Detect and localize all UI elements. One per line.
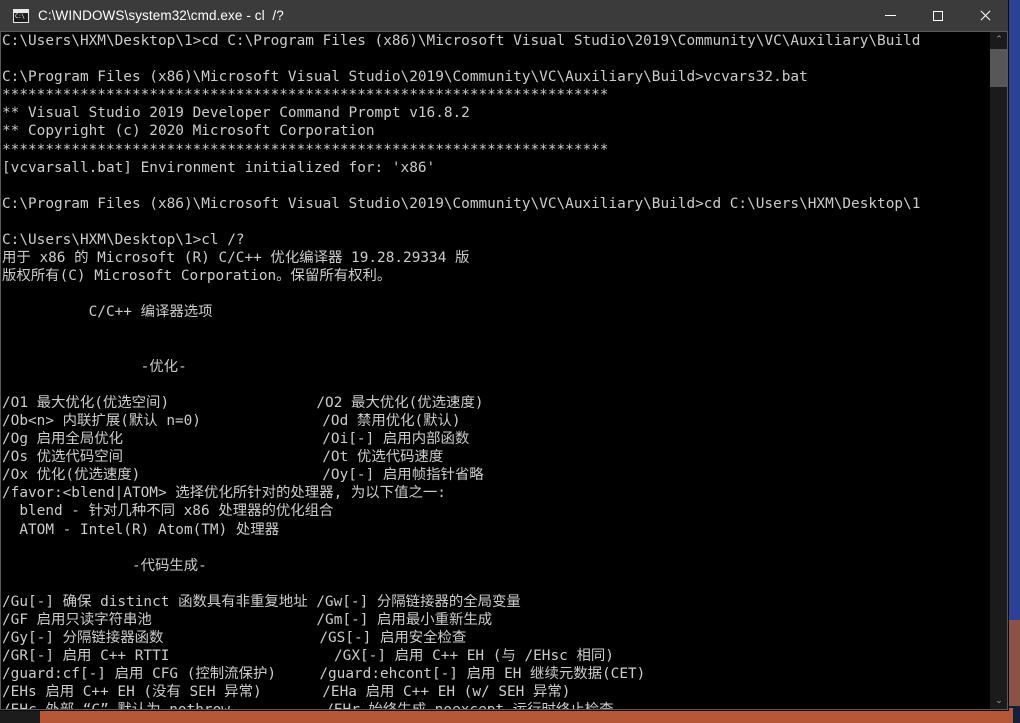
console-line: [vcvarsall.bat] Environment initialized …	[2, 159, 436, 176]
minimize-icon	[885, 15, 896, 16]
console-line: /Og 启用全局优化 /Oi[-] 启用内部函数	[2, 431, 470, 448]
window-title: C:\WINDOWS\system32\cmd.exe - cl /?	[38, 8, 284, 23]
console-line: /Gu[-] 确保 distinct 函数具有非重复地址 /Gw[-] 分隔链接…	[2, 593, 521, 610]
console-line: ****************************************…	[2, 87, 609, 104]
maximize-icon	[932, 10, 943, 21]
console-line: 用于 x86 的 Microsoft (R) C/C++ 优化编译器 19.28…	[2, 250, 470, 267]
minimize-button[interactable]	[867, 0, 914, 31]
close-button[interactable]	[961, 0, 1008, 31]
console-line: blend - 针对几种不同 x86 处理器的优化组合	[2, 503, 334, 520]
console-line: /Ob<n> 内联扩展(默认 n=0) /Od 禁用优化(默认)	[2, 412, 461, 429]
console-line: C/C++ 编译器选项	[2, 304, 213, 321]
console-line: C:\Program Files (x86)\Microsoft Visual …	[2, 69, 808, 86]
console-line: /favor:<blend|ATOM> 选择优化所针对的处理器, 为以下值之一:	[2, 485, 446, 502]
window-controls	[867, 0, 1008, 31]
console-line: C:\Users\HXM\Desktop\1>cd C:\Program Fil…	[2, 33, 921, 49]
console-line: /Gy[-] 分隔链接器函数 /GS[-] 启用安全检查	[2, 630, 467, 647]
close-icon	[979, 10, 991, 22]
console-line: /GR[-] 启用 C++ RTTI /GX[-] 启用 C++ EH (与 /…	[2, 648, 614, 665]
console-line: ** Visual Studio 2019 Developer Command …	[2, 105, 470, 122]
console-line: C:\Program Files (x86)\Microsoft Visual …	[2, 195, 921, 212]
window-titlebar[interactable]: C:\WINDOWS\system32\cmd.exe - cl /?	[0, 0, 1008, 31]
console-area[interactable]: C:\Users\HXM\Desktop\1>cd C:\Program Fil…	[0, 31, 1008, 710]
console-scrollbar[interactable]: ⌃ ⌄	[990, 31, 1008, 710]
console-line: C:\Users\HXM\Desktop\1>cl /?	[2, 232, 245, 249]
console-line: ** Copyright (c) 2020 Microsoft Corporat…	[2, 123, 375, 140]
scroll-down-icon[interactable]: ⌄	[990, 692, 1008, 710]
maximize-button[interactable]	[914, 0, 961, 31]
cmd-icon	[13, 8, 29, 23]
console-line: -代码生成-	[2, 557, 207, 574]
desktop-background: C:\WINDOWS\system32\cmd.exe - cl /? C:\U…	[0, 0, 1020, 723]
console-line: /EHc 外部 “C” 默认为 nothrow /EHr 始终生成 noexce…	[2, 701, 987, 710]
cmd-window: C:\WINDOWS\system32\cmd.exe - cl /? C:\U…	[0, 0, 1008, 710]
console-line: ATOM - Intel(R) Atom(TM) 处理器	[2, 521, 280, 538]
console-text: C:\Users\HXM\Desktop\1>cd C:\Program Fil…	[2, 32, 987, 710]
console-line: /GF 启用只读字符串池 /Gm[-] 启用最小重新生成	[2, 612, 493, 628]
console-line: -优化-	[2, 358, 187, 375]
console-line: /Ox 优化(优选速度) /Oy[-] 启用帧指针省略	[2, 467, 484, 484]
console-line: /EHs 启用 C++ EH (没有 SEH 异常) /EHa 启用 C++ E…	[2, 684, 571, 701]
console-line: 版权所有(C) Microsoft Corporation。保留所有权利。	[2, 268, 392, 285]
console-line: ****************************************…	[2, 141, 609, 158]
scrollbar-thumb[interactable]	[990, 49, 1008, 87]
desktop-taskbar-accent	[38, 708, 1013, 723]
console-line: /O1 最大优化(优选空间) /O2 最大优化(优选速度)	[2, 394, 484, 411]
scroll-up-icon[interactable]: ⌃	[990, 31, 1008, 49]
console-line: /guard:cf[-] 启用 CFG (控制流保护) /guard:ehcon…	[2, 666, 646, 683]
console-line: /Os 优选代码空间 /Ot 优选代码速度	[2, 449, 444, 466]
